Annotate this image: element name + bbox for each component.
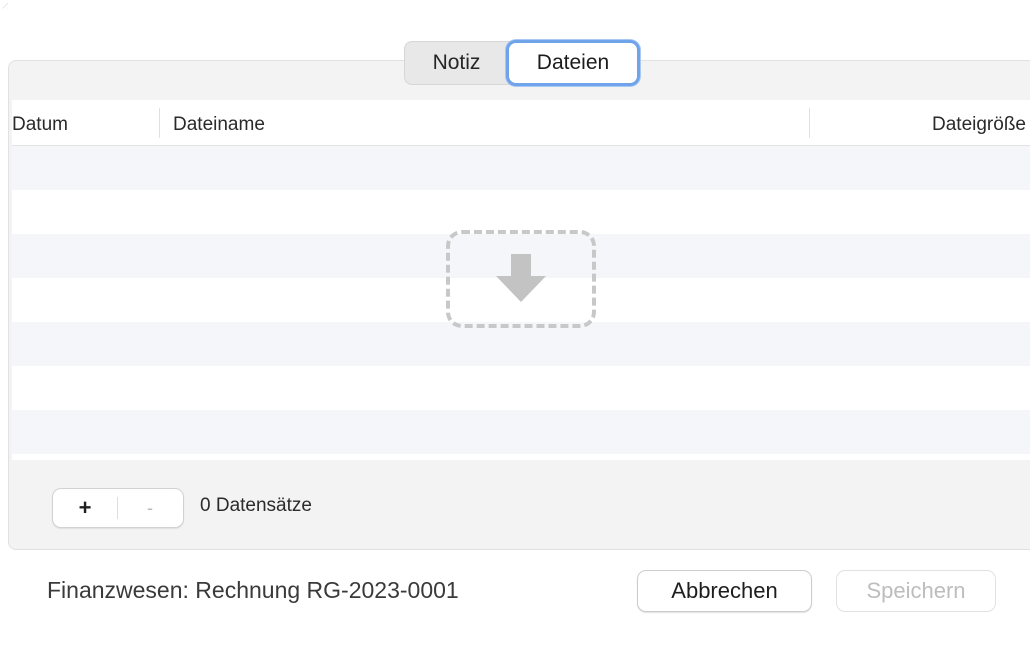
remove-file-button[interactable]: - bbox=[118, 489, 182, 527]
column-divider[interactable] bbox=[809, 108, 810, 138]
add-remove-stepper: + - bbox=[52, 488, 184, 528]
tab-notiz-label: Notiz bbox=[432, 51, 481, 74]
column-header-dateigroesse[interactable]: Dateigröße bbox=[932, 100, 1026, 146]
empty-row bbox=[12, 410, 1030, 454]
tab-dateien[interactable]: Dateien bbox=[506, 40, 640, 86]
column-header-datum[interactable]: Datum bbox=[12, 100, 68, 146]
record-count: 0 Datensätze bbox=[200, 495, 312, 516]
save-button[interactable]: Speichern bbox=[836, 570, 996, 612]
files-dialog: Notiz Dateien Datum Dateiname Dateigröße bbox=[0, 0, 1030, 645]
table-header: Datum Dateiname Dateigröße bbox=[12, 100, 1030, 146]
empty-row bbox=[12, 366, 1030, 410]
tab-notiz[interactable]: Notiz bbox=[404, 41, 512, 85]
file-drop-zone[interactable] bbox=[446, 230, 596, 328]
empty-row bbox=[12, 146, 1030, 190]
download-arrow-icon bbox=[496, 254, 546, 302]
empty-row bbox=[12, 322, 1030, 366]
cancel-button-label: Abbrechen bbox=[671, 578, 778, 603]
tab-dateien-label: Dateien bbox=[536, 51, 610, 74]
save-button-label: Speichern bbox=[866, 578, 966, 603]
context-label: Finanzwesen: Rechnung RG-2023-0001 bbox=[47, 577, 459, 603]
window-corner-mark bbox=[1, 2, 15, 15]
tab-segmented-control: Notiz Dateien bbox=[404, 40, 640, 86]
empty-row bbox=[12, 190, 1030, 234]
column-header-dateiname[interactable]: Dateiname bbox=[173, 100, 265, 146]
add-file-button[interactable]: + bbox=[53, 489, 117, 527]
cancel-button[interactable]: Abbrechen bbox=[637, 570, 812, 612]
empty-row bbox=[12, 454, 1030, 460]
column-divider[interactable] bbox=[159, 108, 160, 138]
